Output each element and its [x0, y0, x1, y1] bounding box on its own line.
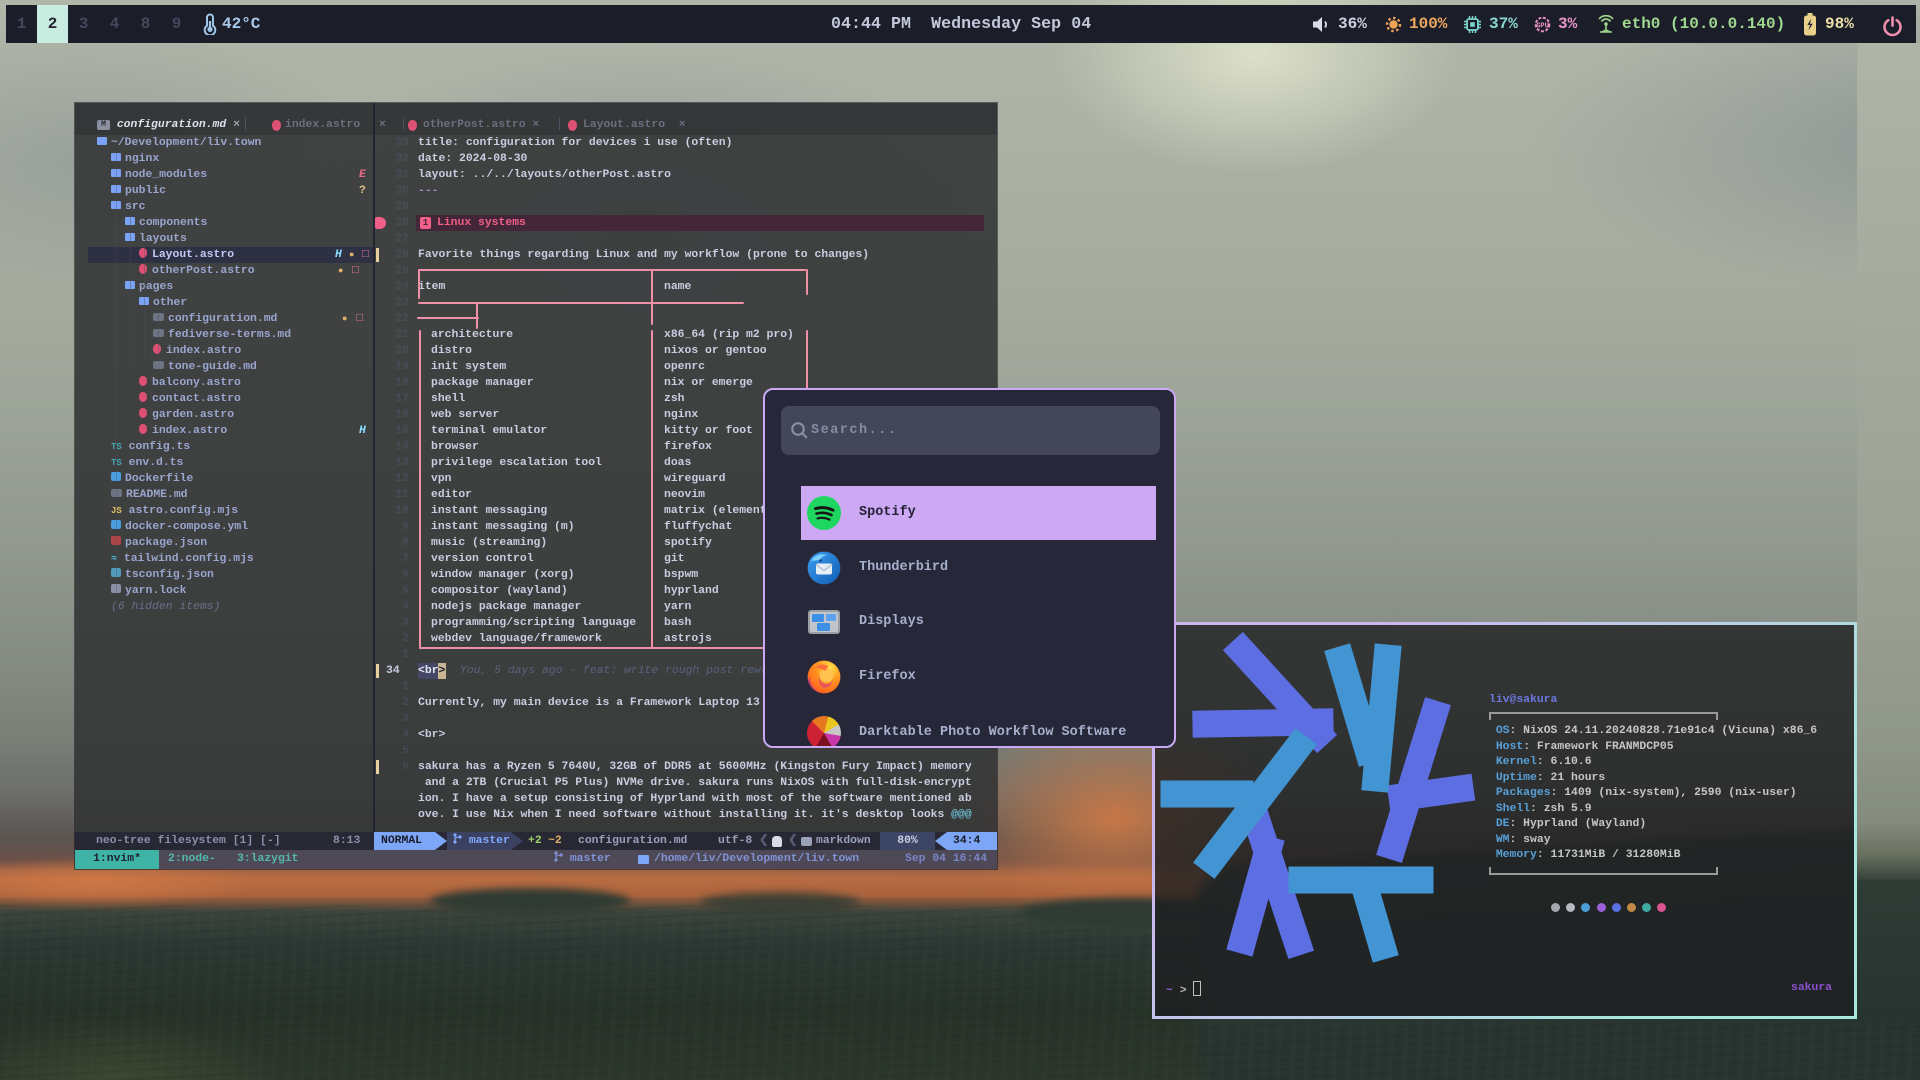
svg-text:GPU: GPU [1536, 22, 1549, 30]
